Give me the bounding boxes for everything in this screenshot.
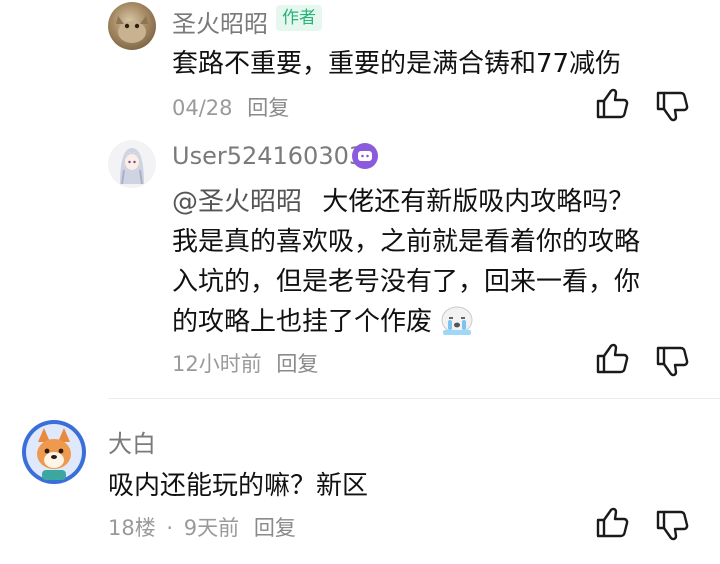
user-level-badge-icon <box>352 143 378 169</box>
reply-text-block: @圣火昭昭 大佬还有新版吸内攻略吗？ 我是真的喜欢吸，之前就是看着你的攻略 入坑… <box>172 182 640 342</box>
anime-avatar-image <box>120 148 144 185</box>
comment-text-line: 的攻略上也挂了个作废 <box>172 307 433 337</box>
shiba-avatar-image <box>26 424 82 480</box>
thumbs-down-icon[interactable] <box>654 88 690 124</box>
comment-time: 9天前 <box>183 516 240 540</box>
sob-seal-emoji-icon <box>441 306 473 335</box>
comment-time: 12小时前 <box>172 352 262 376</box>
thumbs-up-icon[interactable] <box>594 86 630 122</box>
comment-text-line: 大佬还有新版吸内攻略吗？ <box>322 187 635 217</box>
thumbs-down-icon[interactable] <box>654 343 690 379</box>
comment-date: 04/28 <box>172 96 233 120</box>
comment-meta: 04/28 回复 <box>172 92 289 122</box>
comment-meta: 18楼 · 9天前 回复 <box>108 512 296 542</box>
comment-text-line: 我是真的喜欢吸，之前就是看着你的攻略 <box>172 227 641 257</box>
author-badge: 作者 <box>276 5 322 31</box>
comment-meta: 12小时前 回复 <box>172 348 318 378</box>
comment-divider <box>108 398 720 399</box>
avatar-user524160303[interactable] <box>108 140 156 188</box>
thumbs-down-icon[interactable] <box>654 507 690 543</box>
comment-text: 套路不重要，重要的是满合铸和77减伤 <box>172 49 622 79</box>
thumbs-up-icon[interactable] <box>594 505 630 541</box>
comment-author-name[interactable]: User524160303 <box>172 142 364 170</box>
comment-floor: 18楼 <box>108 516 156 540</box>
comment-text-line: 入坑的，但是老号没有了，回来一看，你 <box>172 267 641 297</box>
avatar-dabai[interactable] <box>22 420 86 484</box>
comment-text: 吸内还能玩的嘛？新区 <box>108 471 369 501</box>
reply-button[interactable]: 回复 <box>276 352 318 376</box>
comment-author-name[interactable]: 大白 <box>108 424 156 459</box>
avatar-shenghuozhaozhao[interactable] <box>108 2 156 50</box>
thumbs-up-icon[interactable] <box>594 341 630 377</box>
meta-separator: · <box>166 516 174 540</box>
reply-button[interactable]: 回复 <box>247 96 289 120</box>
mention-link[interactable]: @圣火昭昭 <box>172 187 302 217</box>
reply-button[interactable]: 回复 <box>254 516 296 540</box>
comment-author-name[interactable]: 圣火昭昭 <box>172 4 268 39</box>
cat-avatar-image <box>116 16 148 43</box>
